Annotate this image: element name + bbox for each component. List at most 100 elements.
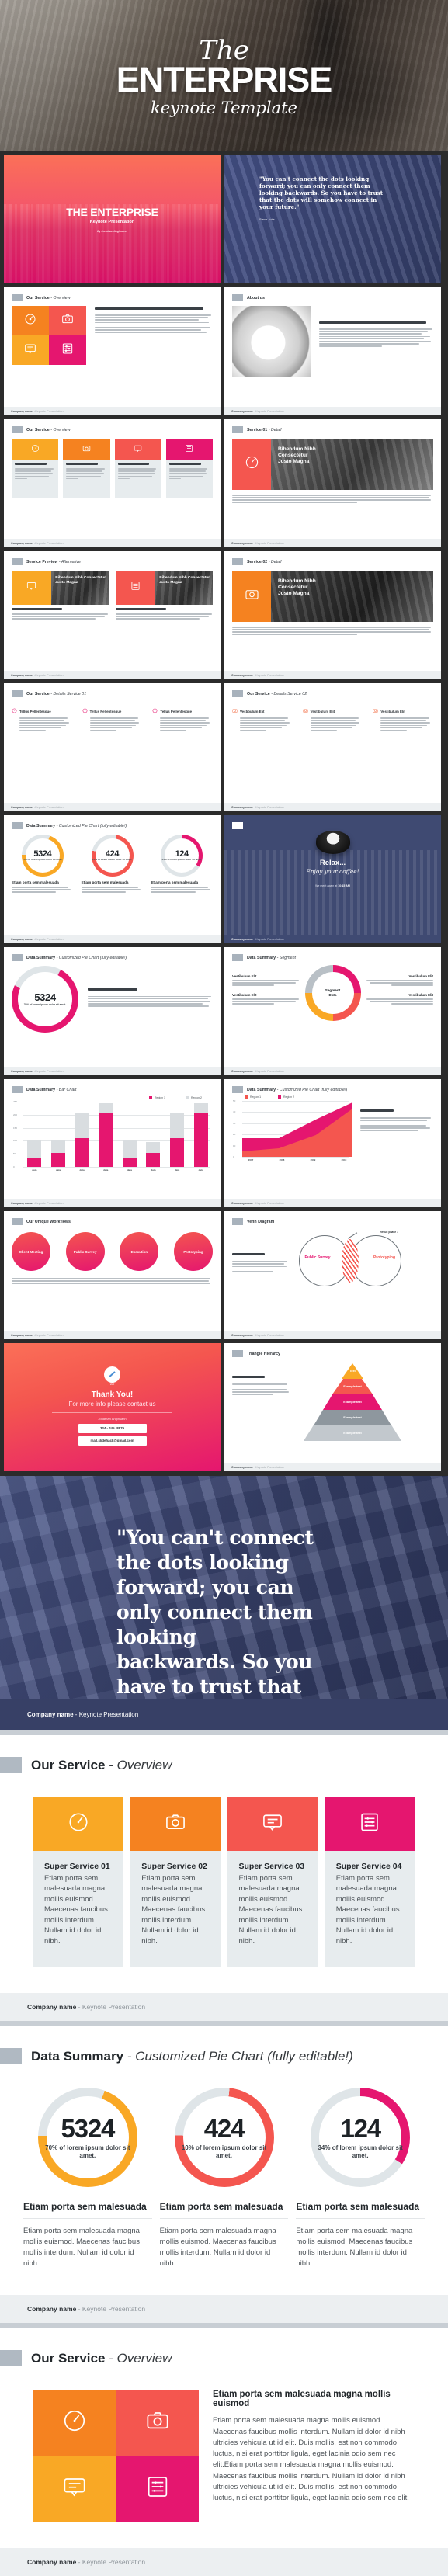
thumb-relax-coffee[interactable]: Relax... Enjoy your coffee! We meet agai… <box>224 815 441 943</box>
gauge-item: 124 34% of lorem ipsum dolor sit amet. Et… <box>151 835 213 894</box>
service-tile-4[interactable] <box>116 2456 199 2522</box>
venn-intersection <box>342 1239 359 1283</box>
service-tile-3[interactable] <box>33 2456 116 2522</box>
slide-title-sub: - Segment <box>276 955 297 960</box>
pyramid-level[interactable]: Example text <box>332 1379 373 1394</box>
thumb-venn-diagram[interactable]: Venn Diagram Public Survey Prototyping R… <box>224 1211 441 1339</box>
slide-title: Data Summary - Segment <box>232 954 433 961</box>
thumb-quote-slide[interactable]: "You can't connect the dots looking forw… <box>224 155 441 283</box>
gauge-icon <box>24 313 36 329</box>
slide-title: Our Service - Overview <box>12 294 213 301</box>
service-card[interactable] <box>63 439 110 498</box>
alt-card[interactable]: Bibendum Nibh Consectetur Justo Magna <box>116 571 213 621</box>
service-card[interactable]: Super Service 04 Etiam porta sem malesua… <box>324 1797 415 1967</box>
service-card[interactable] <box>114 439 161 498</box>
thumb-data-area-chart[interactable]: Data Summary - Customized Pie Chart (ful… <box>224 1079 441 1207</box>
service-card[interactable]: Super Service 03 Etiam porta sem malesua… <box>227 1797 318 1967</box>
thumb-data-pie-1[interactable]: Data Summary - Customized Pie Chart (ful… <box>4 947 221 1075</box>
clock-photo <box>232 306 311 377</box>
thumb-details-service-01[interactable]: Our Service - Details Service 01 Tellus … <box>4 683 221 811</box>
title-tab <box>12 426 23 433</box>
thumb-service-01-detail[interactable]: Service 01 - Detail Bibendum Nibh Consec… <box>224 419 441 547</box>
service-card[interactable]: Super Service 01 Etiam porta sem malesua… <box>33 1797 124 1967</box>
gauge-caption: 70% of lorem ipsum dolor sit amet. <box>23 858 63 862</box>
workflow-step[interactable]: Prototyping <box>174 1232 214 1271</box>
gauge-body: Etiam porta sem malesuada magna mollis e… <box>159 2227 276 2268</box>
contact-phone[interactable]: 334 - 445 -8879 <box>78 1423 147 1433</box>
workflow-step[interactable]: Execution <box>120 1232 159 1271</box>
service-copy <box>95 306 213 365</box>
gauge-row: 5324 70% of lorem ipsum dolor sit amet. E… <box>0 2088 448 2269</box>
workflow-step[interactable]: Public Survey <box>65 1232 105 1271</box>
segment-label: Vestibulum Elit <box>232 993 257 997</box>
gauge-icon <box>31 443 40 457</box>
pyramid-level[interactable]: Text <box>342 1363 363 1379</box>
slide-title: Data Summary - Customized Pie Chart (ful… <box>12 954 213 961</box>
segment-row: Vestibulum Elit Vestibulum Elit Segment D… <box>232 965 433 1021</box>
slide-footer: Company name - Keynote Presentation <box>231 937 284 941</box>
service-card[interactable]: Super Service 02 Etiam porta sem malesua… <box>130 1797 221 1967</box>
title-tab <box>232 1350 243 1357</box>
column-heading: Vestibulum Elit <box>380 709 405 713</box>
bar-series <box>23 1102 213 1167</box>
service-cards <box>12 439 213 498</box>
thumb-data-bar-chart[interactable]: Data Summary - Bar Chart Region 1 Region… <box>4 1079 221 1207</box>
thumb-data-pie-3[interactable]: Data Summary - Customized Pie Chart (ful… <box>4 815 221 943</box>
gauge-value: 424 <box>203 2113 245 2143</box>
pyramid-level[interactable]: Example text <box>323 1394 382 1410</box>
thumb-about-us[interactable]: About us Company name - Keynote Presenta… <box>224 287 441 415</box>
legend-label: Region 2 <box>190 1096 202 1099</box>
gauge-caption: 10% of lorem ipsum dolor sit amet. <box>92 858 133 862</box>
hero-text: The ENTERPRISE keynote Template <box>0 0 448 117</box>
camera-icon <box>373 708 378 714</box>
service-tile-4[interactable] <box>49 335 86 365</box>
slide-footer: Company name - Keynote Presentation <box>224 407 441 415</box>
thumb-workflows[interactable]: Our Unique Workflows Client Meeting Publ… <box>4 1211 221 1339</box>
thumb-triangle-hierarchy[interactable]: Triangle Hierarcy Text Example text Exam… <box>224 1343 441 1471</box>
title-tab <box>0 2048 22 2065</box>
pyramid-chart: Text Example text Example text Example t… <box>302 1360 403 1441</box>
chart-legend: Region 1 Region 2 <box>232 1095 352 1099</box>
detail-columns: Tellus Pellentesque Tellus Pellentesque <box>12 708 213 732</box>
detail-banner: Bibendum Nibh Consectetur Justo Magna <box>232 439 433 490</box>
thumb-details-service-02[interactable]: Our Service - Details Service 02 Vestibu… <box>224 683 441 811</box>
divider <box>52 1411 172 1413</box>
gauge-icon <box>152 708 158 714</box>
card-title: Super Service 01 <box>44 1862 110 1871</box>
card-icon-panel <box>12 571 52 605</box>
pyramid-level[interactable]: Example text <box>314 1410 391 1425</box>
service-tile-2[interactable] <box>49 306 86 335</box>
quote-text: "You can't connect the dots looking forw… <box>259 175 384 211</box>
visit-label: visit <box>109 1383 115 1386</box>
contact-email[interactable]: mail.slidehack@gmail.com <box>78 1436 147 1446</box>
thumb-service-overview-2[interactable]: Our Service - Overview Company name - Ke… <box>4 419 221 547</box>
page-title-main: Data Summary <box>31 2048 124 2064</box>
y-tick: 50 <box>13 1152 16 1156</box>
alt-card[interactable]: Bibendum Nibh Consectetur Justo Magna <box>12 571 109 621</box>
title-tab <box>232 1218 243 1225</box>
thumb-service-preview-alt[interactable]: Service Preview - Alternative Bibendum N… <box>4 551 221 679</box>
service-tile-1[interactable] <box>12 306 49 335</box>
thumb-title-slide[interactable]: THE ENTERPRISE Keynote Presentation By J… <box>4 155 221 283</box>
thumb-thank-you[interactable]: visit Thank You! For more info please co… <box>4 1343 221 1471</box>
card-photo: Bibendum Nibh Consectetur Justo Magna <box>155 571 213 605</box>
gauge-icon <box>12 708 17 714</box>
pyramid-level[interactable]: Example text <box>304 1425 401 1441</box>
y-tick: 10 <box>233 1144 236 1147</box>
service-card[interactable] <box>165 439 213 498</box>
service-tile-2[interactable] <box>116 2390 199 2456</box>
service-tile-1[interactable] <box>33 2390 116 2456</box>
venn-diagram: Public Survey Prototyping Result phase 1 <box>299 1231 401 1291</box>
legend-label: Region 1 <box>250 1095 262 1099</box>
card-title: Super Service 04 <box>335 1862 402 1871</box>
service-card[interactable] <box>12 439 59 498</box>
workflow-step[interactable]: Client Meeting <box>12 1232 50 1271</box>
x-axis-labels: 2007 2008 2009 2010 <box>248 1158 347 1161</box>
thumb-data-segment[interactable]: Data Summary - Segment Vestibulum Elit V… <box>224 947 441 1075</box>
contact-name: Jonathan Anginsann <box>98 1416 127 1421</box>
thumb-service-02-detail[interactable]: Service 02 - Detail Bibendum Nibh Consec… <box>224 551 441 679</box>
thumb-service-overview-1[interactable]: Our Service - Overview Company name - Ke… <box>4 287 221 415</box>
service-tile-3[interactable] <box>12 335 49 365</box>
column-heading: Vestibulum Elit <box>310 709 335 713</box>
slide-footer: Company name - Keynote Presentation <box>4 935 221 943</box>
